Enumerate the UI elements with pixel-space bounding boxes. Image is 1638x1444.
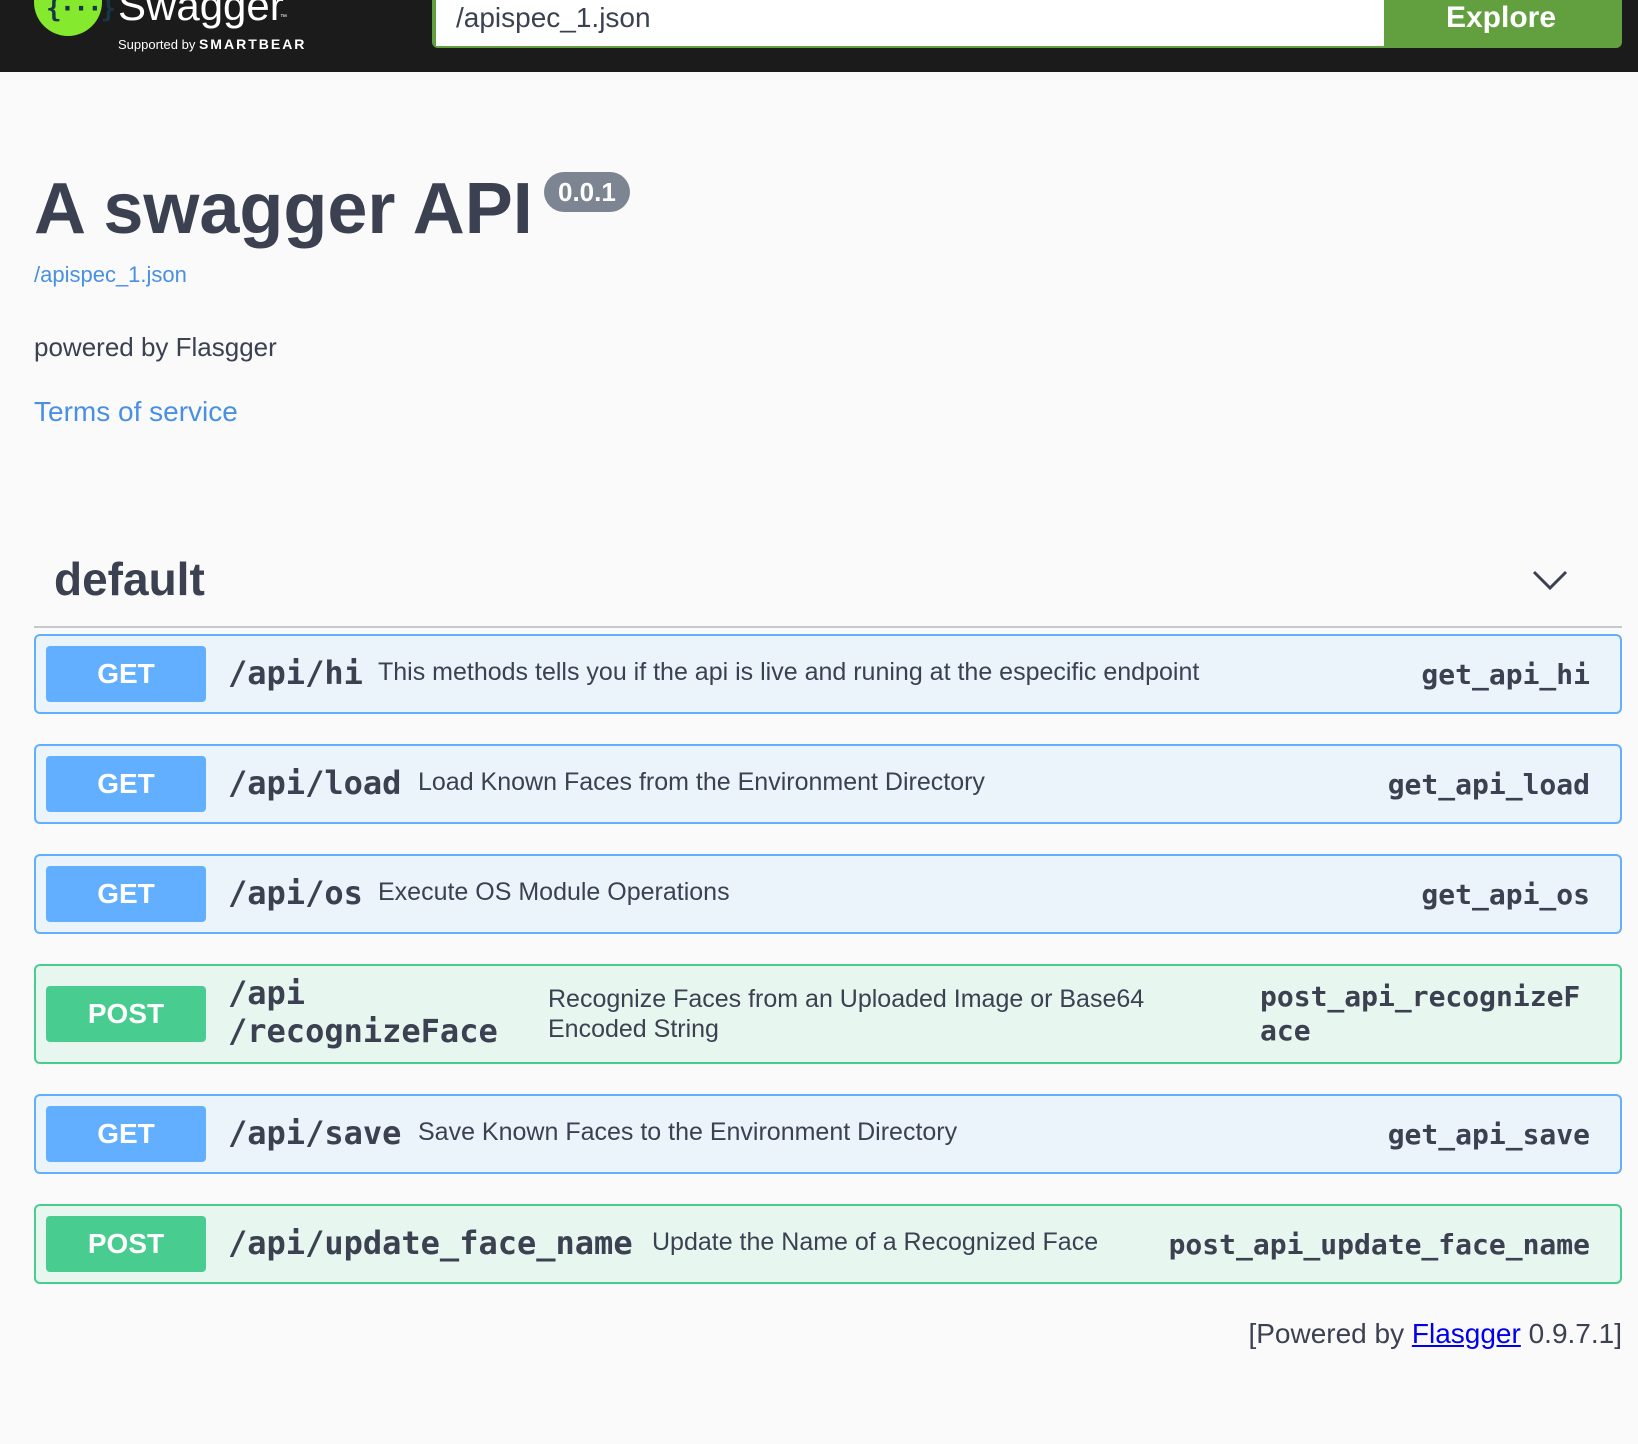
method-badge: GET [46,756,206,812]
operation-id: post_api_update_face_name [1168,1228,1590,1261]
operation-post-api-update-face-name[interactable]: POST /api/update_face_name Update the Na… [34,1204,1622,1284]
operation-path: /api/save [228,1114,402,1152]
supported-prefix: Supported by [118,37,196,52]
footer-prefix: [Powered by [1248,1318,1412,1349]
top-bar: {···} Swagger ™ Supported by SMARTBEAR E… [0,0,1638,72]
operation-id: get_api_load [1387,768,1590,801]
method-badge: POST [46,986,206,1042]
operation-id: get_api_save [1387,1118,1590,1151]
operation-path: /api/os [228,874,363,912]
brand-name[interactable]: Swagger [118,0,284,30]
spec-url-input[interactable] [436,0,1384,46]
operation-get-api-os[interactable]: GET /api/os Execute OS Module Operations… [34,854,1622,934]
operation-post-api-recognizeface[interactable]: POST /api /recognizeFace Recognize Faces… [34,964,1622,1064]
method-badge: POST [46,1216,206,1272]
operation-summary: Execute OS Module Operations [378,878,730,906]
chevron-down-icon[interactable] [1530,560,1570,600]
spec-url-link[interactable]: /apispec_1.json [34,262,187,288]
tag-title: default [54,553,205,605]
operation-summary: This methods tells you if the api is liv… [378,658,1200,686]
trademark: ™ [280,14,287,21]
operation-path: /api /recognizeFace [228,974,498,1050]
operation-id: post_api_recognizeFace [1260,980,1581,1047]
flasgger-link[interactable]: Flasgger [1412,1318,1521,1349]
version-badge: 0.0.1 [544,172,630,212]
method-badge: GET [46,646,206,702]
operation-get-api-hi[interactable]: GET /api/hi This methods tells you if th… [34,634,1622,714]
logo-glyph: {···} [46,0,116,24]
operation-summary: Update the Name of a Recognized Face [652,1228,1099,1256]
operation-path: /api/load [228,764,402,802]
smartbear-brand: SMARTBEAR [198,36,307,52]
operation-summary: Load Known Faces from the Environment Di… [418,768,985,796]
tag-section-header[interactable]: default [34,540,1622,628]
operation-path: /api/hi [228,654,363,692]
operation-summary: Recognize Faces from an Uploaded Image o… [548,985,1145,1043]
supported-by: Supported by SMARTBEAR [118,36,306,52]
operation-path: /api/update_face_name [228,1224,633,1262]
explore-button[interactable]: Explore [1384,0,1618,48]
terms-of-service-link[interactable]: Terms of service [34,396,238,428]
operation-id: get_api_hi [1421,658,1590,691]
powered-by-footer: [Powered by Flasgger 0.9.7.1] [1248,1318,1622,1350]
operation-get-api-load[interactable]: GET /api/load Load Known Faces from the … [34,744,1622,824]
footer-suffix: 0.9.7.1] [1520,1318,1622,1349]
api-description: powered by Flasgger [34,332,277,362]
method-badge: GET [46,1106,206,1162]
operation-id: get_api_os [1421,878,1590,911]
operation-summary: Save Known Faces to the Environment Dire… [418,1118,958,1146]
method-badge: GET [46,866,206,922]
api-title: A swagger API [34,169,533,249]
operation-get-api-save[interactable]: GET /api/save Save Known Faces to the En… [34,1094,1622,1174]
